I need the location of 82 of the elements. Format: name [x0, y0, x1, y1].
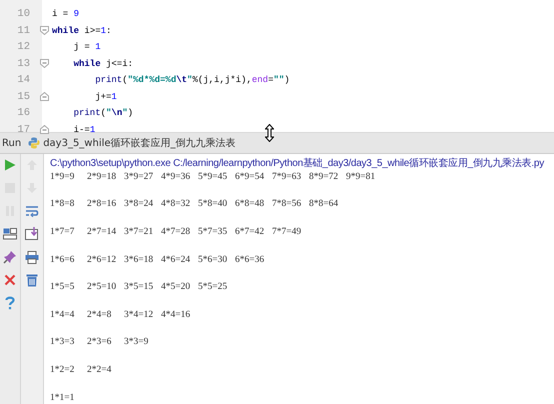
line-number: 13	[16, 58, 30, 70]
code-line: print("%d*%d=%d\t"%(j,i,j*i),end="")	[94, 75, 290, 86]
output-text: 4*4=16	[161, 310, 192, 320]
play-icon	[4, 159, 16, 171]
pin-button[interactable]	[1, 248, 19, 266]
output-text: 2*5=10	[87, 282, 118, 292]
output-text: 6*6=36	[235, 254, 266, 265]
print-icon	[25, 250, 39, 264]
output-text: 3*5=15	[124, 282, 154, 292]
output-text: 1*7=7	[50, 227, 76, 238]
output-text: 4*5=20	[161, 282, 192, 292]
output-text: 6*9=54	[235, 172, 266, 182]
output-text: 5*6=30	[198, 254, 228, 265]
output-text: 1*4=4	[50, 310, 76, 320]
scroll-end-button[interactable]	[23, 225, 41, 243]
output-text: 6*8=48	[235, 199, 266, 210]
code-line: print("\n")	[72, 108, 134, 118]
line-number: 17	[16, 124, 30, 136]
output-text: 1*9=9	[50, 172, 76, 182]
line-number: 10	[16, 8, 30, 20]
code-line: j = 1	[72, 42, 101, 52]
output-text: 7*9=63	[272, 172, 302, 182]
command-line: C:\python3\setup\python.exe C:/learning/learnpython/Python基础_day3/day3_5_while循环嵌套应用_倒九九乘法表.py	[50, 156, 546, 170]
output-text: 1*8=8	[50, 199, 76, 210]
code-line: j+=1	[94, 92, 117, 102]
fold-icon[interactable]	[40, 92, 49, 102]
code-line: while j<=i:	[72, 58, 134, 69]
fold-icon[interactable]	[40, 125, 49, 134]
output-text: 1*2=2	[50, 365, 76, 376]
line-number: 11	[16, 24, 30, 37]
layout-icon	[3, 228, 17, 240]
output-text: 3*6=18	[124, 254, 154, 265]
print-button[interactable]	[23, 248, 41, 266]
help-icon	[5, 296, 15, 310]
output-text: 2*8=16	[87, 199, 118, 210]
output-text: 5*8=40	[198, 199, 228, 210]
code-line: while i>=1:	[52, 26, 112, 36]
wrap-icon	[25, 205, 39, 217]
output-text: 3*7=21	[124, 227, 154, 238]
output-text: 3*3=9	[124, 337, 150, 348]
output-text: 1*6=6	[50, 254, 76, 265]
output-text: 2*2=4	[87, 365, 112, 376]
output-text: 5*9=45	[198, 172, 228, 182]
resize-cursor-icon	[265, 124, 274, 142]
output-text: 1*1=1	[50, 392, 76, 403]
output-text: 9*9=81	[346, 172, 376, 182]
output-text: 2*7=14	[87, 227, 118, 238]
output-text: 2*6=12	[87, 254, 118, 265]
output-text: 6*7=42	[235, 227, 266, 238]
output-text: 3*9=27	[124, 172, 154, 182]
line-number: 12	[16, 41, 30, 54]
output-text: 5*7=35	[198, 227, 228, 238]
output-text: 4*6=24	[161, 254, 192, 265]
output-text: 8*9=72	[309, 172, 340, 182]
output-text: 2*4=8	[87, 310, 112, 320]
output-text: 1*3=3	[50, 337, 76, 348]
output-text: 8*8=64	[309, 199, 340, 210]
output-text: 7*8=56	[272, 199, 302, 210]
run-label: Run	[2, 138, 22, 148]
code-line: i-=1	[72, 124, 96, 135]
output-text: 3*4=12	[124, 310, 154, 320]
output-text: 3*8=24	[124, 199, 154, 210]
python-icon	[28, 137, 40, 149]
run-tab[interactable]: day3_5_while循环嵌套应用_倒九九乘法表	[25, 136, 239, 150]
scroll-to-end-icon	[25, 227, 39, 241]
pin-icon	[3, 250, 17, 264]
code-line: i = 9	[52, 9, 80, 20]
line-number: 16	[16, 107, 30, 120]
output-text: 4*9=36	[161, 172, 192, 182]
trash-icon	[26, 273, 38, 287]
output-text: 7*7=49	[272, 227, 302, 238]
line-number: 15	[16, 90, 30, 103]
output-text: 1*5=5	[50, 282, 76, 292]
line-number: 14	[16, 74, 30, 86]
close-icon	[4, 274, 16, 286]
fold-icon[interactable]	[40, 26, 49, 36]
output-text: 2*9=18	[87, 172, 118, 182]
output-text: 4*8=32	[161, 199, 192, 210]
output-text: 5*5=25	[198, 282, 228, 292]
output-text: 2*3=6	[87, 337, 112, 348]
output-text: 4*7=28	[161, 227, 192, 238]
fold-icon[interactable]	[40, 59, 49, 68]
